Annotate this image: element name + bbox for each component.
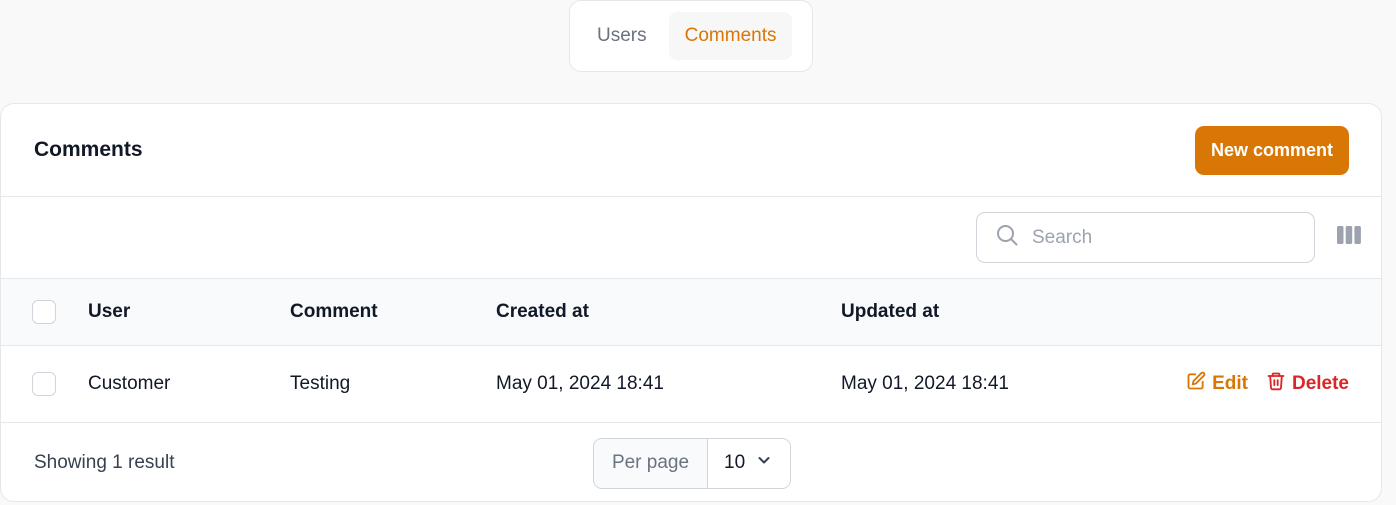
search-input[interactable] [1032,226,1300,249]
cell-comment: Testing [290,372,351,394]
column-header-comment: Comment [290,300,378,322]
column-header-created-at: Created at [496,300,589,322]
table-header-row: User Comment Created at Updated at [1,279,1381,345]
table-footer: Showing 1 result Per page 10 [1,423,1381,502]
new-comment-button[interactable]: New comment [1194,125,1349,175]
search-box[interactable] [976,212,1315,263]
delete-button[interactable]: Delete [1266,371,1349,397]
columns-toggle-button[interactable] [1335,224,1363,252]
table-row: Customer Testing May 01, 2024 18:41 May … [1,345,1381,422]
delete-label: Delete [1291,372,1349,394]
search-icon [995,223,1019,252]
column-header-updated-at: Updated at [841,300,940,322]
trash-icon [1266,371,1286,397]
tab-bar: Users Comments [569,0,813,72]
row-checkbox[interactable] [32,371,56,396]
tab-users[interactable]: Users [581,12,663,60]
columns-icon [1336,224,1362,251]
tab-comments[interactable]: Comments [668,12,793,60]
comments-table: User Comment Created at Updated at Custo… [1,279,1381,423]
cell-updated-at: May 01, 2024 18:41 [841,372,1009,394]
chevron-down-icon [756,452,772,474]
cell-created-at: May 01, 2024 18:41 [496,372,664,394]
panel-header: Comments New comment [1,104,1381,197]
result-count: Showing 1 result [34,452,175,473]
table-toolbar [1,197,1381,279]
per-page-control: Per page 10 [593,437,791,489]
select-all-checkbox[interactable] [32,299,56,324]
comments-panel: Comments New comment Search User Comment… [0,103,1382,502]
panel-title: Comments [34,138,143,161]
edit-button[interactable]: Edit [1186,371,1248,397]
edit-label: Edit [1212,372,1248,394]
column-header-user: User [88,300,131,322]
pencil-square-icon [1186,371,1206,397]
per-page-label: Per page [594,438,708,488]
cell-user: Customer [88,372,171,394]
per-page-select[interactable]: 10 [708,438,790,488]
per-page-value: 10 [724,452,746,473]
